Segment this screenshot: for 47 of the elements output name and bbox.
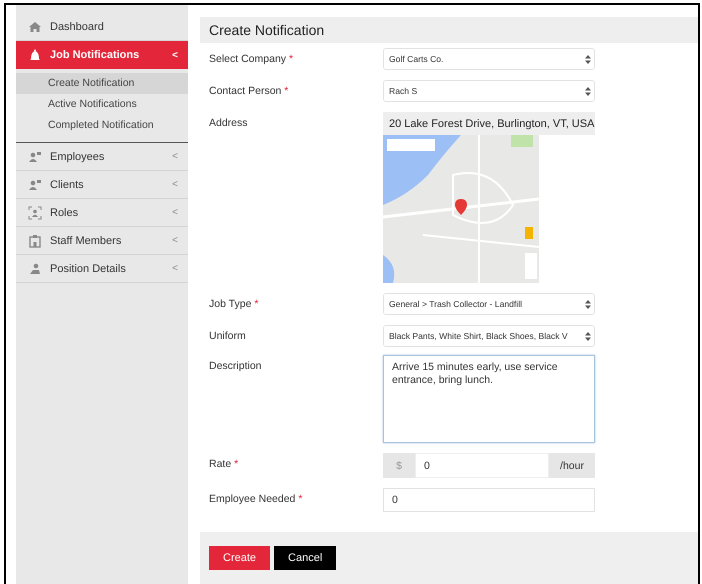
sidebar-item[interactable]: Clients < [16,171,188,199]
caret-icon: < [172,179,178,190]
currency-addon: $ [383,453,415,478]
select-arrows-icon [585,332,591,340]
input-field[interactable]: 0 [383,488,595,512]
submenu-item[interactable]: Completed Notification [16,115,188,136]
person-icon [28,262,42,276]
unit-addon: /hour [549,453,595,478]
select-arrows-icon [585,300,591,308]
sidebar-item[interactable]: Employees < [16,143,188,171]
select-field[interactable]: General > Trash Collector - Landfill [383,293,595,315]
cancel-button[interactable]: Cancel [274,546,336,570]
select-arrows-icon [585,86,591,96]
sidebar-item[interactable]: Job Notifications < [16,41,188,69]
caret-icon: < [172,50,178,60]
caret-icon: < [172,263,178,274]
field-label: Address [209,116,249,129]
field-label: Rate * [209,457,240,470]
caret-icon: < [172,207,178,218]
description-field[interactable]: Arrive 15 minutes early, use service entrance, bring lunch. [383,355,595,443]
sidebar-item[interactable]: Position Details < [16,255,188,283]
field-label: Employee Needed * [209,492,304,505]
field-label: Select Company * [209,52,294,65]
person-frame-icon [28,206,42,220]
select-field[interactable]: Rach S [383,80,595,102]
select-arrows-icon [585,54,591,64]
person-icon [28,150,42,164]
caret-icon: < [172,151,178,162]
field-label: Uniform [209,329,247,342]
select-field[interactable]: Black Pants, White Shirt, Black Shoes, Black V [383,325,595,347]
address-text: 20 Lake Forest Drive, Burlington, VT, USA [383,112,595,135]
building-icon [28,234,42,248]
field-label: Job Type * [209,297,260,310]
field-label: Description [209,359,263,372]
caret-icon: < [172,235,178,246]
panel-title: Create Notification [200,17,698,43]
select-field[interactable]: Golf Carts Co. [383,48,595,70]
create-button[interactable]: Create [209,546,270,570]
sidebar-item[interactable]: Staff Members < [16,227,188,255]
person-icon [28,178,42,192]
field-label: Contact Person * [209,84,290,97]
sidebar-item[interactable]: Roles < [16,199,188,227]
rate-field[interactable]: 0 [415,453,549,478]
bell-icon [28,48,42,62]
submenu-item[interactable]: Create Notification [16,73,188,94]
house-icon [28,20,42,34]
submenu-item[interactable]: Active Notifications [16,94,188,115]
